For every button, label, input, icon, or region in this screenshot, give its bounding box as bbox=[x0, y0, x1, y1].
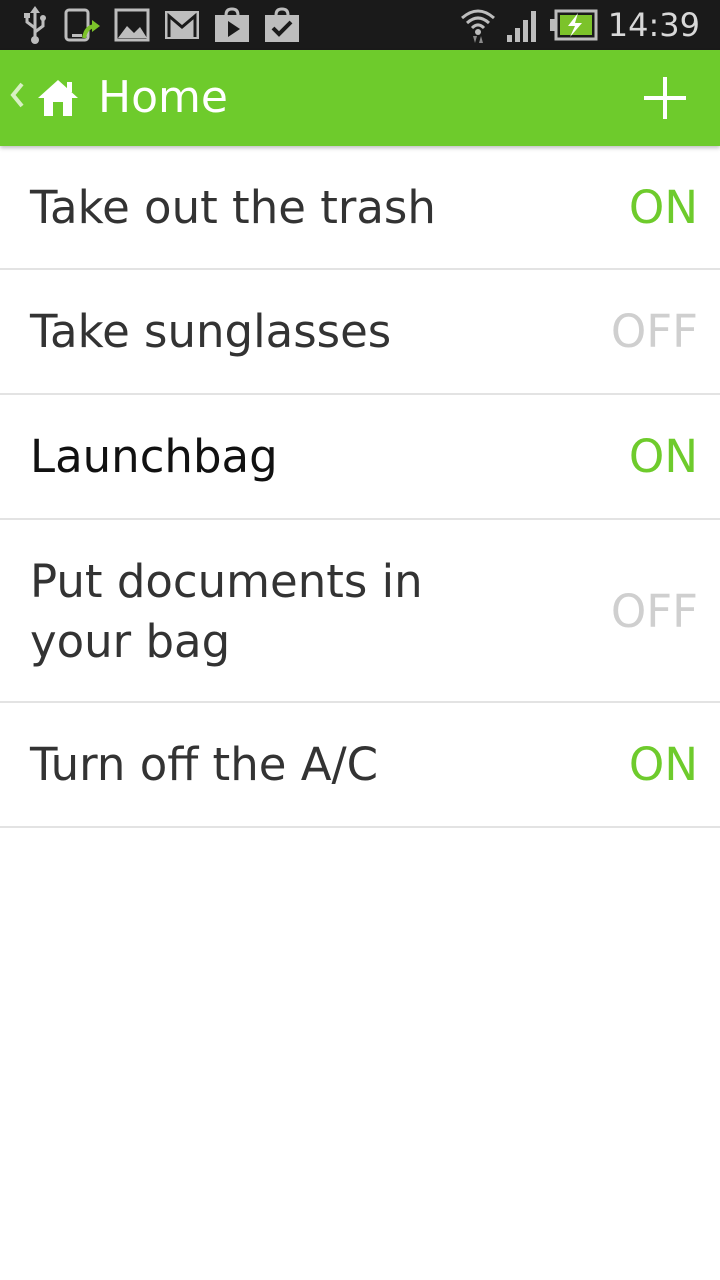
list-item-label: Take out the trash bbox=[30, 181, 436, 234]
signal-icon bbox=[506, 7, 540, 43]
play-store-icon bbox=[214, 7, 250, 43]
add-button[interactable] bbox=[642, 75, 688, 121]
reminder-list: Take out the trash ON Take sunglasses OF… bbox=[0, 146, 720, 828]
list-item-label: Take sunglasses bbox=[30, 305, 392, 358]
chevron-left-icon[interactable] bbox=[8, 80, 26, 114]
list-item-state[interactable]: OFF bbox=[611, 582, 698, 642]
list-item-label: Turn off the A/C bbox=[30, 738, 379, 791]
list-item-state[interactable]: ON bbox=[629, 427, 698, 487]
usb-icon bbox=[20, 6, 50, 44]
gmail-icon bbox=[164, 10, 200, 40]
list-item-state[interactable]: OFF bbox=[611, 302, 698, 362]
page-title: Home bbox=[98, 72, 228, 123]
shopping-bag-icon bbox=[264, 7, 300, 43]
plus-icon bbox=[644, 77, 686, 119]
list-item-label: Put documents in your bag bbox=[30, 555, 423, 668]
battery-charging-icon bbox=[549, 9, 598, 41]
home-icon[interactable] bbox=[36, 78, 80, 122]
list-item-state[interactable]: ON bbox=[629, 178, 698, 238]
list-item[interactable]: Launchbag ON bbox=[0, 395, 720, 520]
gallery-icon bbox=[114, 8, 150, 42]
list-item[interactable]: Take out the trash ON bbox=[0, 146, 720, 270]
list-item-state[interactable]: ON bbox=[629, 735, 698, 795]
sync-icon bbox=[64, 6, 100, 44]
system-icons: 14:39 bbox=[460, 5, 700, 45]
status-bar: 14:39 bbox=[0, 0, 720, 50]
list-item-label: Launchbag bbox=[30, 430, 278, 483]
list-item[interactable]: Turn off the A/C ON bbox=[0, 703, 720, 828]
list-item[interactable]: Put documents in your bag OFF bbox=[0, 520, 720, 703]
wifi-icon bbox=[460, 6, 496, 44]
action-bar: Home bbox=[0, 50, 720, 146]
status-time: 14:39 bbox=[607, 6, 700, 44]
notification-icons bbox=[20, 5, 300, 45]
list-item[interactable]: Take sunglasses OFF bbox=[0, 270, 720, 395]
